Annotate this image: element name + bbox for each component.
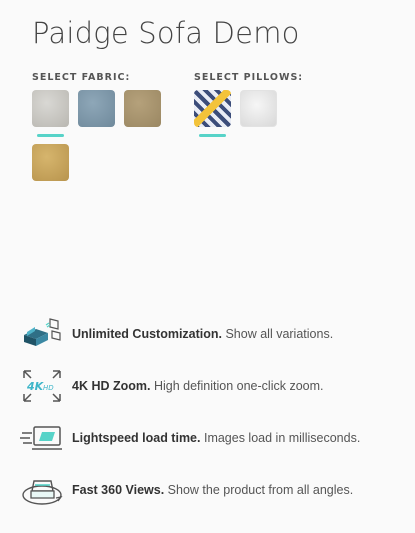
fabric-swatch-tan[interactable] (124, 90, 161, 127)
sofa-customization-icon (24, 318, 61, 346)
feature-title: Lightspeed load time. (72, 431, 201, 445)
fabric-swatch-grey[interactable] (32, 90, 69, 137)
feature-list: Unlimited Customization. Show all variat… (20, 308, 360, 516)
selected-indicator (37, 134, 64, 137)
4k-zoom-icon: 4K HD (23, 370, 61, 402)
selected-indicator (199, 134, 226, 137)
feature-description: Images load in milliseconds. (200, 431, 361, 445)
pillow-swatch-pattern[interactable] (194, 90, 231, 137)
svg-text:HD: HD (43, 384, 54, 392)
feature-title: 4K HD Zoom. (72, 379, 151, 393)
page-title: Paidge Sofa Demo (32, 16, 300, 50)
lightspeed-icon (20, 426, 62, 450)
360-view-icon (22, 480, 63, 505)
feature-item: Unlimited Customization. Show all variat… (20, 308, 360, 360)
pillow-swatch-white[interactable] (240, 90, 277, 127)
feature-item: Lightspeed load time. Images load in mil… (20, 412, 360, 464)
svg-text:4K: 4K (26, 380, 45, 393)
feature-item: 4K HD 4K HD Zoom. High definition one-cl… (20, 360, 360, 412)
feature-description: Show the product from all angles. (164, 483, 354, 497)
feature-description: High definition one-click zoom. (150, 379, 324, 393)
feature-title: Fast 360 Views. (72, 483, 165, 497)
fabric-selector: SELECT FABRIC: (32, 72, 172, 181)
feature-description: Show all variations. (222, 327, 334, 341)
fabric-label: SELECT FABRIC: (32, 72, 131, 83)
fabric-swatch-gold[interactable] (32, 144, 69, 181)
feature-item: Fast 360 Views. Show the product from al… (20, 464, 360, 516)
fabric-swatch-blue[interactable] (78, 90, 115, 127)
pillow-selector: SELECT PILLOWS: (194, 72, 334, 137)
pillows-label: SELECT PILLOWS: (194, 72, 304, 83)
feature-title: Unlimited Customization. (72, 327, 222, 341)
